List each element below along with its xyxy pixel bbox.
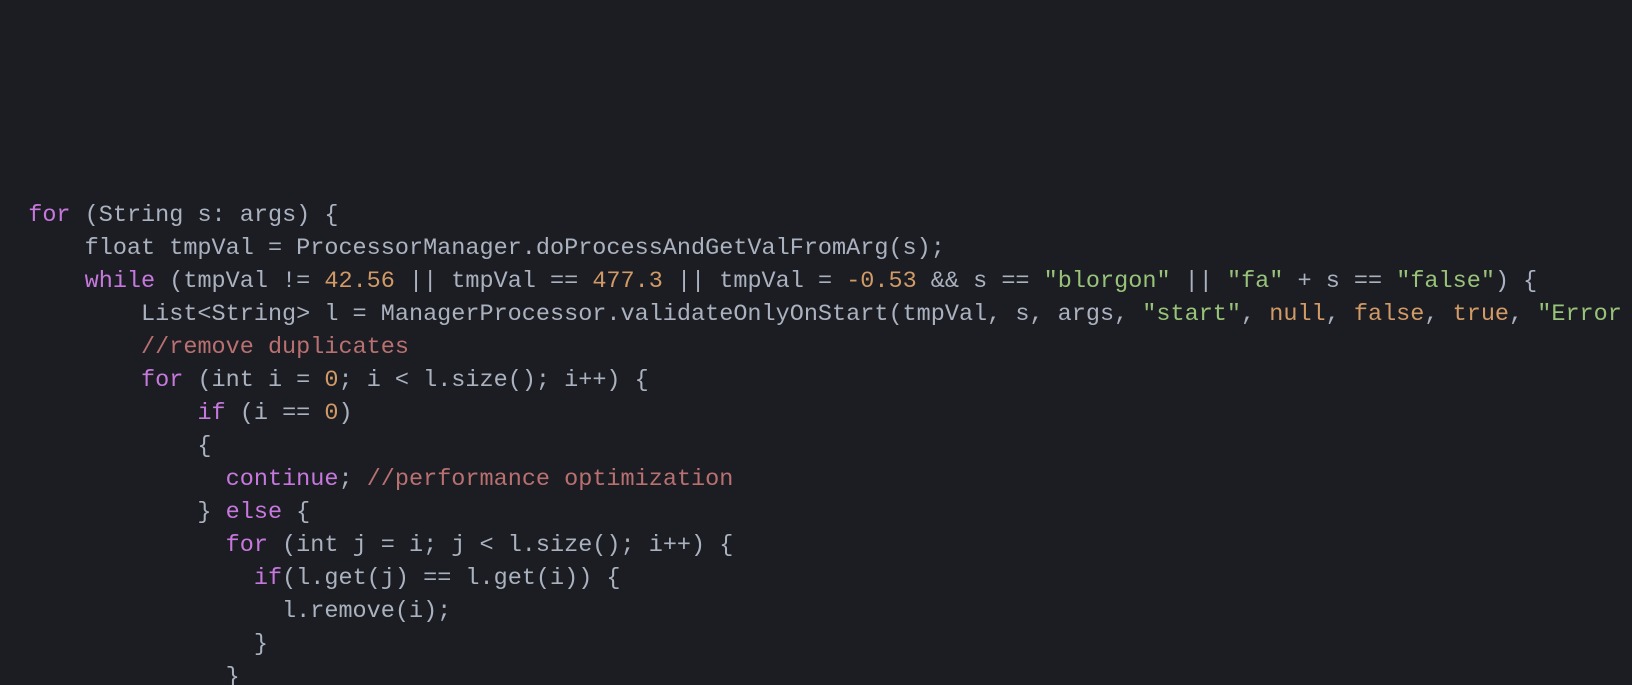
- indent: [0, 466, 226, 493]
- code-text: (int j = i; j < l.size(); i++) {: [268, 532, 733, 559]
- code-text: ) {: [1495, 268, 1537, 295]
- code-text: && s ==: [917, 268, 1044, 295]
- code-line: l.remove(i);: [0, 598, 451, 625]
- code-text: (int i =: [183, 367, 324, 394]
- keyword-if: if: [254, 565, 282, 592]
- code-text: }: [0, 499, 226, 526]
- indent: [0, 532, 226, 559]
- indent: [0, 400, 197, 427]
- code-line: }: [0, 631, 268, 658]
- code-text: (l.get(j) == l.get(i)) {: [282, 565, 620, 592]
- keyword-if: if: [197, 400, 225, 427]
- code-text: (String s: args) {: [71, 202, 339, 229]
- number-literal: 477.3: [592, 268, 663, 295]
- code-text: float tmpVal = ProcessorManager.doProces…: [0, 235, 945, 262]
- keyword-continue: continue: [226, 466, 339, 493]
- code-editor[interactable]: for (String s: args) { float tmpVal = Pr…: [0, 165, 1632, 685]
- bool-literal: true: [1453, 301, 1509, 328]
- number-literal: 42.56: [324, 268, 395, 295]
- code-line: if(l.get(j) == l.get(i)) {: [0, 565, 621, 592]
- indent: [0, 565, 254, 592]
- bool-literal: false: [1354, 301, 1425, 328]
- code-line: for (String s: args) {: [0, 202, 338, 229]
- keyword-else: else: [226, 499, 282, 526]
- code-line: }: [0, 664, 240, 685]
- indent: [0, 334, 141, 361]
- number-literal: -0.53: [846, 268, 917, 295]
- code-text: ): [338, 400, 352, 427]
- code-text: ; i < l.size(); i++) {: [338, 367, 648, 394]
- keyword-for: for: [141, 367, 183, 394]
- code-line: //remove duplicates: [0, 334, 409, 361]
- code-text: l.remove(i);: [0, 598, 451, 625]
- keyword-for: for: [28, 202, 70, 229]
- code-line: for (int i = 0; i < l.size(); i++) {: [0, 367, 649, 394]
- indent: [0, 367, 141, 394]
- string-literal: "blorgon": [1044, 268, 1171, 295]
- string-literal: "Error v: [1537, 301, 1632, 328]
- code-text: || tmpVal =: [663, 268, 846, 295]
- code-text: (i ==: [226, 400, 325, 427]
- code-text: {: [282, 499, 310, 526]
- comment: //performance optimization: [367, 466, 734, 493]
- keyword-while: while: [85, 268, 156, 295]
- code-text: }: [0, 631, 268, 658]
- code-text: || tmpVal ==: [395, 268, 592, 295]
- comment: //remove duplicates: [141, 334, 409, 361]
- code-line: List<String> l = ManagerProcessor.valida…: [0, 301, 1632, 328]
- code-line: float tmpVal = ProcessorManager.doProces…: [0, 235, 945, 262]
- number-literal: 0: [324, 400, 338, 427]
- code-text: ,: [1509, 301, 1537, 328]
- null-literal: null: [1269, 301, 1325, 328]
- code-text: List<String> l = ManagerProcessor.valida…: [0, 301, 1142, 328]
- code-text: (tmpVal !=: [155, 268, 324, 295]
- code-text: ||: [1171, 268, 1227, 295]
- code-line: if (i == 0): [0, 400, 353, 427]
- code-line: } else {: [0, 499, 310, 526]
- code-text: ;: [338, 466, 366, 493]
- code-line: for (int j = i; j < l.size(); i++) {: [0, 532, 733, 559]
- code-text: ,: [1424, 301, 1452, 328]
- keyword-for: for: [226, 532, 268, 559]
- string-literal: "fa": [1227, 268, 1283, 295]
- code-text: + s ==: [1283, 268, 1396, 295]
- code-text: }: [0, 664, 240, 685]
- string-literal: "start": [1142, 301, 1241, 328]
- string-literal: "false": [1396, 268, 1495, 295]
- number-literal: 0: [324, 367, 338, 394]
- code-text: {: [0, 433, 212, 460]
- code-line: while (tmpVal != 42.56 || tmpVal == 477.…: [0, 268, 1537, 295]
- code-line: continue; //performance optimization: [0, 466, 733, 493]
- code-text: ,: [1326, 301, 1354, 328]
- code-text: ,: [1241, 301, 1269, 328]
- code-line: {: [0, 433, 212, 460]
- indent: [0, 268, 85, 295]
